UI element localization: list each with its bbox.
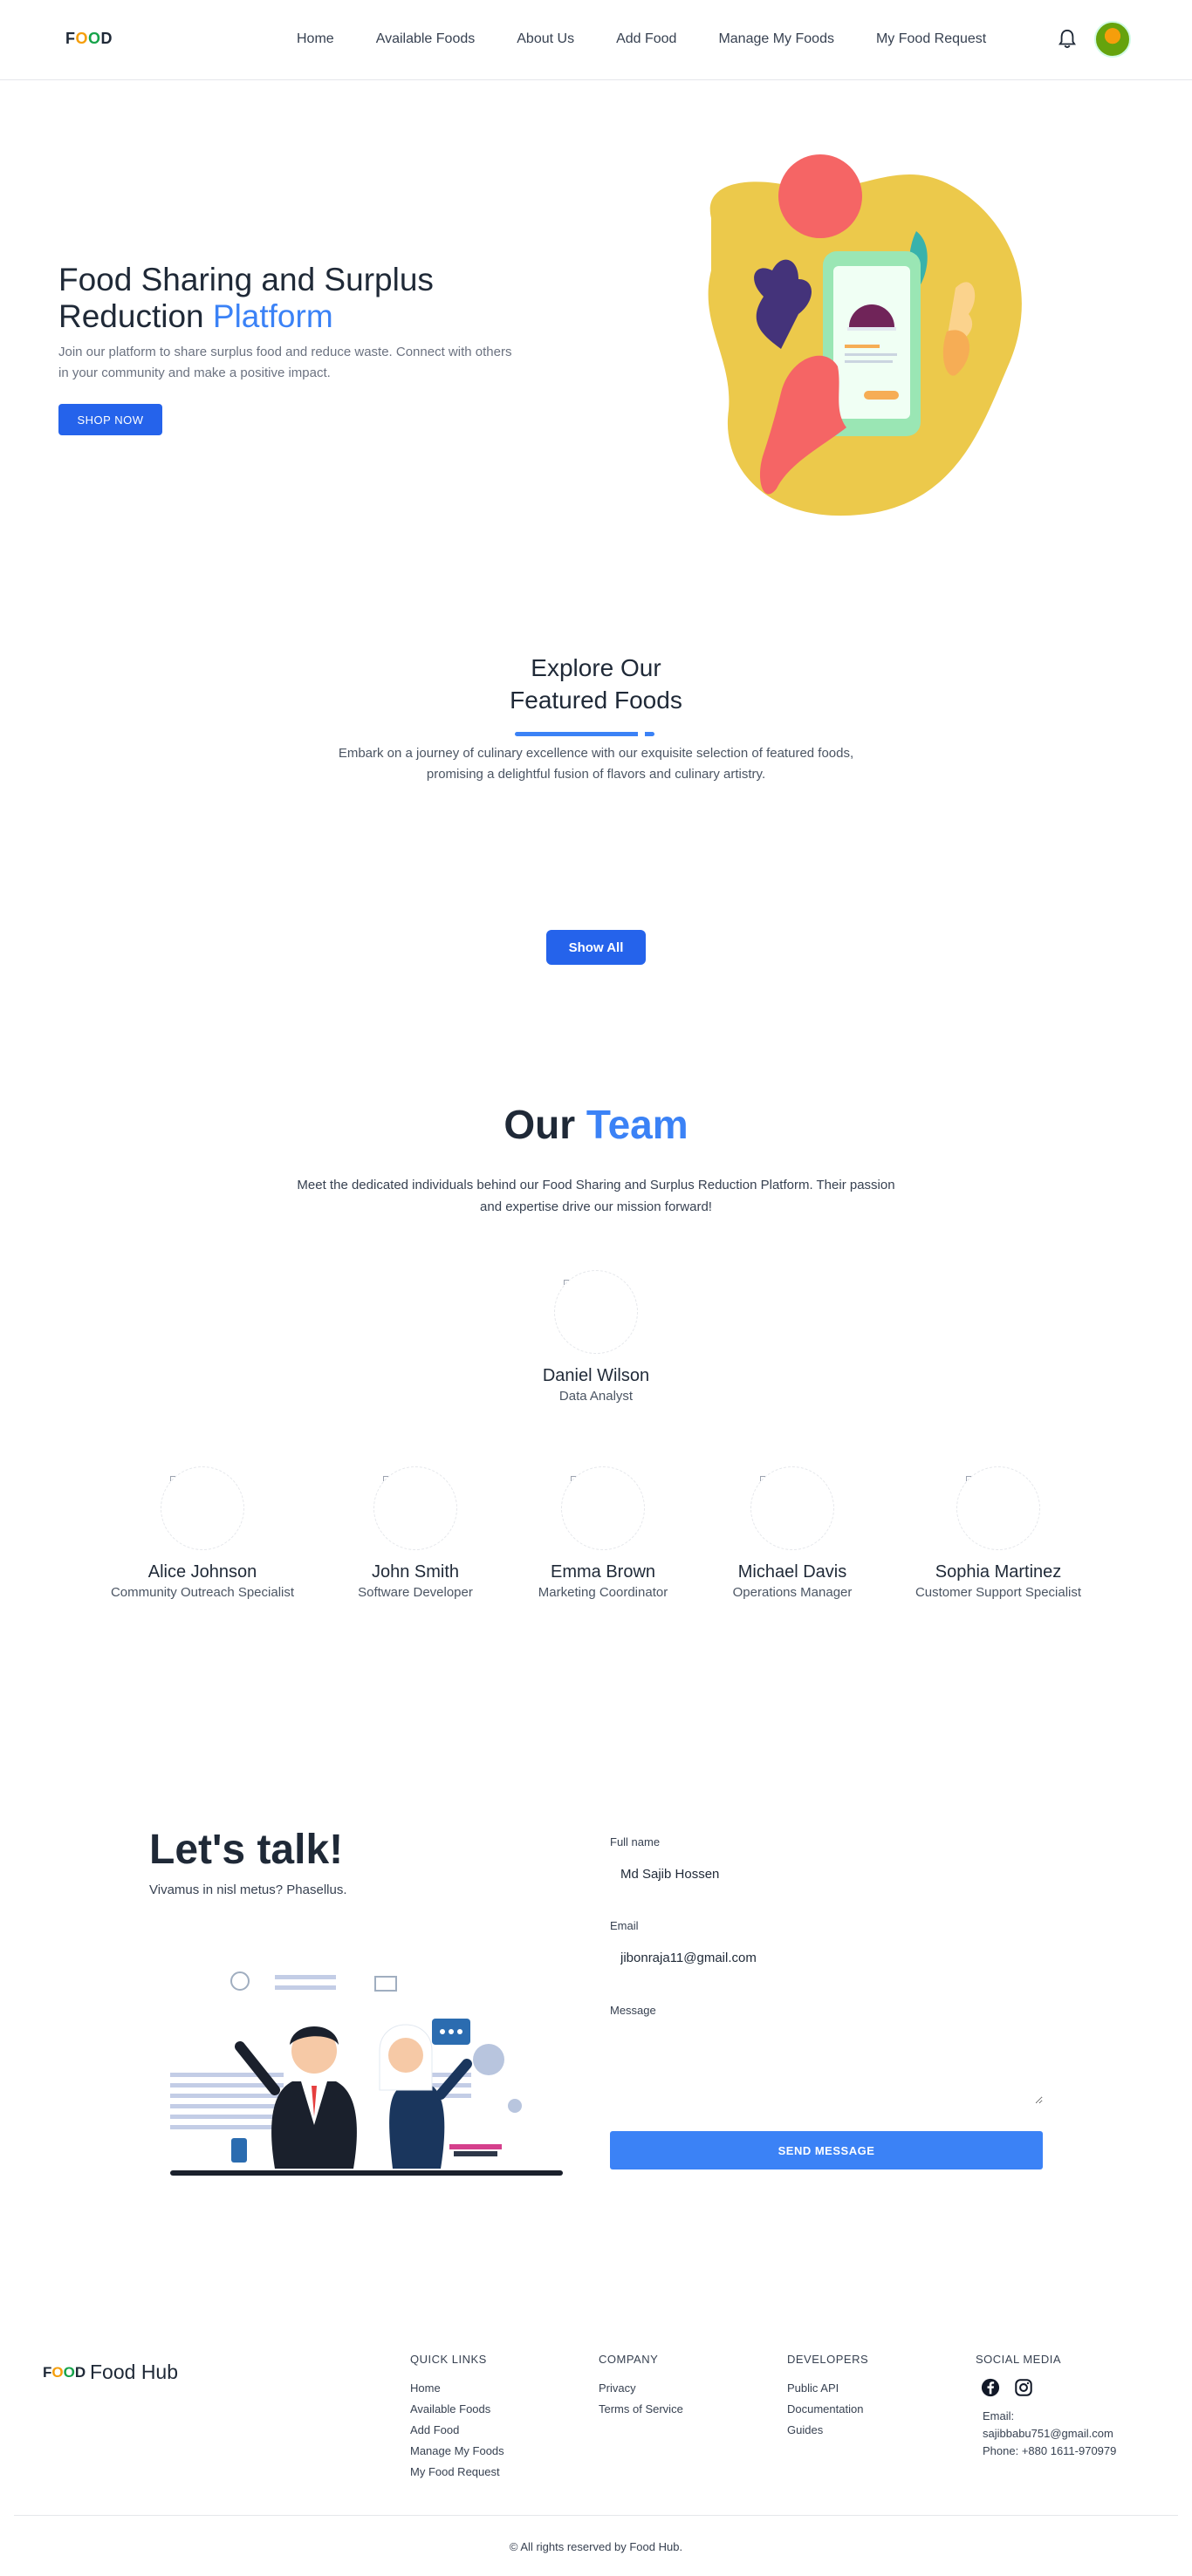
- hero-title-accent: Platform: [212, 298, 333, 334]
- featured-divider: [515, 732, 654, 736]
- member-name: Alice Johnson: [147, 1562, 257, 1582]
- contact-subtitle: Vivamus in nisl metus? Phasellus.: [149, 1882, 347, 1897]
- footer-heading: COMPANY: [599, 2353, 659, 2366]
- message-label: Message: [610, 2004, 656, 2017]
- show-all-button[interactable]: Show All: [546, 930, 646, 965]
- team-description: Meet the dedicated individuals behind ou…: [297, 1178, 895, 1214]
- member-photo: [554, 1270, 638, 1354]
- team-title: Our Team: [334, 1101, 858, 1148]
- member-role: Marketing Coordinator: [538, 1585, 668, 1600]
- footer-link-available-foods[interactable]: Available Foods: [410, 2399, 504, 2420]
- footer-company: COMPANY Privacy Terms of Service: [599, 2353, 683, 2420]
- footer-link-manage-my-foods[interactable]: Manage My Foods: [410, 2441, 504, 2462]
- logo-letter-f: F: [65, 30, 76, 47]
- footer-link-privacy[interactable]: Privacy: [599, 2378, 683, 2399]
- footer-logo-letter-f: F: [43, 2364, 52, 2381]
- nav-link-add-food[interactable]: Add Food: [616, 31, 676, 47]
- footer-heading: DEVELOPERS: [787, 2353, 869, 2366]
- shop-now-button[interactable]: SHOP NOW: [58, 404, 162, 435]
- footer-link-terms[interactable]: Terms of Service: [599, 2399, 683, 2420]
- member-photo: [373, 1466, 457, 1550]
- member-photo: [161, 1466, 244, 1550]
- footer-logo-letter-o1: O: [51, 2364, 64, 2381]
- member-name: Michael Davis: [737, 1562, 847, 1582]
- team-member-card: John Smith Software Developer: [311, 1466, 520, 1600]
- footer-phone: Phone: +880 1611-970979: [983, 2444, 1117, 2457]
- featured-title-line2: Featured Foods: [510, 687, 682, 714]
- featured-title: Explore Our Featured Foods: [421, 652, 771, 716]
- instagram-icon[interactable]: [1014, 2378, 1033, 2397]
- email-input[interactable]: [610, 1938, 1043, 1977]
- footer-link-my-food-request[interactable]: My Food Request: [410, 2462, 504, 2483]
- nav-link-about-us[interactable]: About Us: [517, 31, 574, 47]
- member-name: Sophia Martinez: [935, 1562, 1062, 1582]
- member-role: Data Analyst: [558, 1389, 634, 1404]
- email-label: Email: [610, 1919, 639, 1932]
- team-member-card: Sophia Martinez Customer Support Special…: [894, 1466, 1103, 1600]
- contact-title: Let's talk!: [149, 1827, 344, 1873]
- nav-links: Home Available Foods About Us Add Food M…: [297, 31, 1028, 47]
- hero-illustration: [708, 154, 1022, 516]
- team-member-card: Michael Davis Operations Manager: [688, 1466, 897, 1600]
- hero-title: Food Sharing and Surplus Reduction Platf…: [58, 262, 512, 335]
- facebook-icon[interactable]: [981, 2378, 1000, 2397]
- member-photo: [750, 1466, 834, 1550]
- footer-email-label: Email:: [983, 2409, 1015, 2422]
- member-role: Customer Support Specialist: [915, 1585, 1082, 1600]
- footer-heading: QUICK LINKS: [410, 2353, 487, 2366]
- nav-link-available-foods[interactable]: Available Foods: [376, 31, 476, 47]
- member-role: Software Developer: [358, 1585, 473, 1600]
- team-member-card: Daniel Wilson Data Analyst: [491, 1270, 701, 1404]
- member-photo: [956, 1466, 1040, 1550]
- member-name: Emma Brown: [550, 1562, 656, 1582]
- message-textarea[interactable]: [610, 2026, 1043, 2104]
- team-member-card: Alice Johnson Community Outreach Special…: [98, 1466, 307, 1600]
- footer-link-guides[interactable]: Guides: [787, 2420, 868, 2441]
- footer-quick-links: QUICK LINKS Home Available Foods Add Foo…: [410, 2353, 504, 2483]
- footer-logo-letter-o2: O: [63, 2364, 75, 2381]
- member-name: Daniel Wilson: [542, 1366, 650, 1385]
- logo-letter-o2: O: [88, 30, 101, 47]
- member-role: Operations Manager: [732, 1585, 853, 1600]
- team-member-card: Emma Brown Marketing Coordinator: [498, 1466, 708, 1600]
- featured-description: Embark on a journey of culinary excellen…: [338, 746, 854, 782]
- footer-logo[interactable]: FOOD: [43, 2364, 86, 2381]
- top-navbar: FOOD Home Available Foods About Us Add F…: [0, 0, 1192, 80]
- member-photo: [561, 1466, 645, 1550]
- logo-letter-o1: O: [75, 30, 89, 47]
- footer-heading: SOCIAL MEDIA: [976, 2353, 1061, 2366]
- footer-link-documentation[interactable]: Documentation: [787, 2399, 868, 2420]
- featured-title-line1: Explore Our: [531, 654, 661, 681]
- nav-link-home[interactable]: Home: [297, 31, 334, 47]
- footer-copyright: © All rights reserved by Food Hub.: [509, 2540, 683, 2553]
- footer-link-home[interactable]: Home: [410, 2378, 504, 2399]
- footer-email: sajibbabu751@gmail.com: [983, 2427, 1113, 2440]
- user-avatar[interactable]: [1094, 21, 1131, 58]
- member-name: John Smith: [371, 1562, 460, 1582]
- bell-icon[interactable]: [1058, 28, 1077, 51]
- footer-social: SOCIAL MEDIA Email: sajibbabu751@gmail.c…: [976, 2353, 1116, 2460]
- hero-description: Join our platform to share surplus food …: [58, 345, 512, 380]
- logo-letter-d: D: [100, 30, 113, 47]
- nav-link-my-food-request[interactable]: My Food Request: [876, 31, 986, 47]
- team-title-accent: Team: [586, 1102, 688, 1147]
- footer-brand: Food Hub: [90, 2361, 179, 2383]
- nav-link-manage-my-foods[interactable]: Manage My Foods: [718, 31, 834, 47]
- send-message-button[interactable]: SEND MESSAGE: [610, 2131, 1043, 2169]
- contact-illustration: [170, 1971, 563, 2176]
- fullname-label: Full name: [610, 1835, 661, 1848]
- fullname-input[interactable]: [610, 1855, 1043, 1893]
- team-title-main: Our: [504, 1102, 586, 1147]
- social-icons: [981, 2378, 1116, 2397]
- site-logo[interactable]: FOOD: [65, 30, 113, 48]
- footer-link-add-food[interactable]: Add Food: [410, 2420, 504, 2441]
- footer-developers: DEVELOPERS Public API Documentation Guid…: [787, 2353, 868, 2441]
- footer-divider: [14, 2515, 1178, 2516]
- member-role: Community Outreach Specialist: [110, 1585, 295, 1600]
- footer-logo-letter-d: D: [74, 2364, 86, 2381]
- footer-link-public-api[interactable]: Public API: [787, 2378, 868, 2399]
